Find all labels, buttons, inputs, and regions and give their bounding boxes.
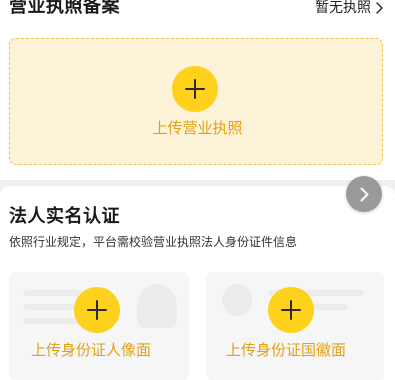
upload-id-back-label: 上传身份证国徽面	[226, 341, 347, 359]
id-portrait-placeholder	[137, 284, 177, 328]
plus-icon	[87, 300, 107, 320]
upload-business-license-label: 上传营业执照	[152, 119, 243, 137]
no-license-label: 暂无执照	[315, 0, 371, 16]
upload-id-back-button[interactable]	[268, 287, 314, 333]
chevron-right-icon	[360, 187, 368, 201]
plus-icon	[185, 79, 205, 99]
plus-icon	[281, 300, 301, 320]
upload-id-front-label: 上传身份证人像面	[31, 341, 152, 359]
page: 营业执照备案 暂无执照 上传营业执照 法人实名认证 依照行业规定，平台需校验营业…	[0, 0, 395, 380]
id-emblem-placeholder	[222, 284, 252, 316]
no-license-link[interactable]: 暂无执照	[315, 0, 383, 18]
next-arrow-button[interactable]	[346, 176, 382, 212]
chevron-right-icon	[376, 2, 383, 14]
legal-person-description: 依照行业规定，平台需校验营业执照法人身份证件信息	[9, 235, 298, 249]
upload-id-front-button[interactable]	[74, 287, 120, 333]
legal-person-title: 法人实名认证	[9, 206, 120, 227]
upload-business-license-button[interactable]	[172, 66, 218, 112]
business-license-title: 营业执照备案	[9, 0, 120, 17]
id-placeholder-line	[23, 290, 83, 296]
